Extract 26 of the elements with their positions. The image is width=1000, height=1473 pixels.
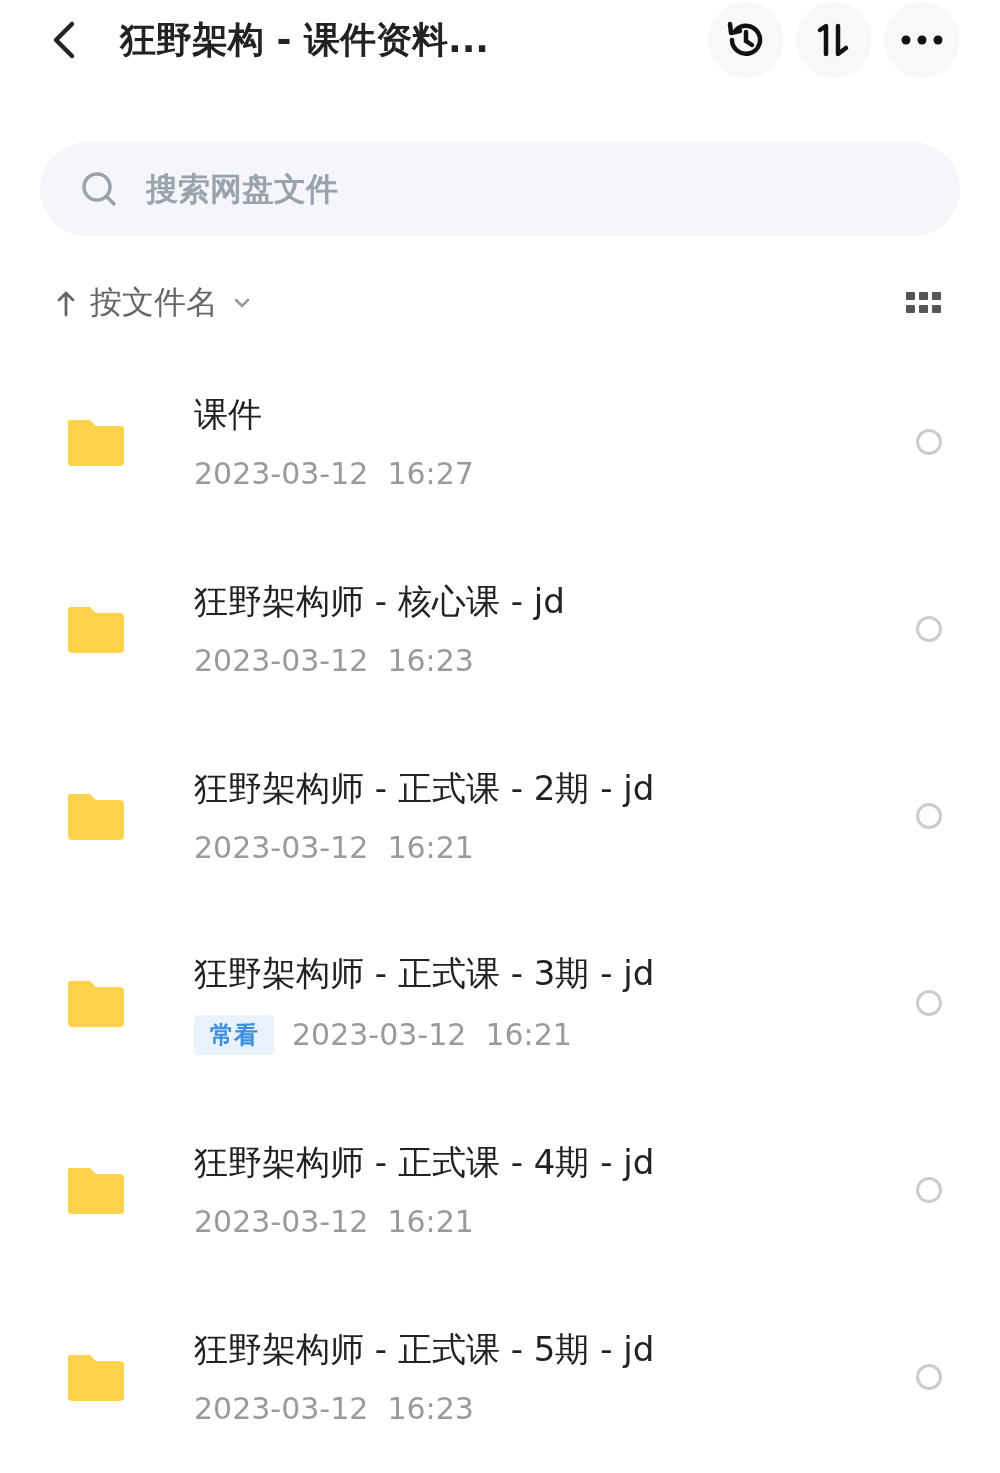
- modified-date: 2023-03-12 16:21: [194, 830, 474, 865]
- frequent-tag: 常看: [194, 1014, 274, 1055]
- file-name[interactable]: 狂野架构师 - 核心课 - jd: [194, 579, 916, 625]
- sort-dropdown[interactable]: 按文件名: [56, 281, 252, 325]
- select-radio[interactable]: [916, 615, 942, 642]
- up-arrow-icon: [56, 289, 76, 317]
- file-name[interactable]: 课件: [194, 392, 916, 438]
- select-radio[interactable]: [916, 428, 942, 455]
- grid-view-icon[interactable]: [906, 292, 942, 314]
- select-radio[interactable]: [916, 1176, 942, 1203]
- modified-date: 2023-03-12 16:27: [194, 456, 474, 491]
- file-name[interactable]: 狂野架构师 - 正式课 - 3期 - jd: [194, 950, 916, 997]
- modified-date: 2023-03-12 16:21: [194, 1204, 474, 1239]
- file-name[interactable]: 狂野架构师 - 正式课 - 5期 - jd: [194, 1327, 916, 1373]
- chevron-down-icon: [232, 296, 252, 310]
- modified-date: 2023-03-12 16:21: [292, 1017, 572, 1052]
- modified-date: 2023-03-12 16:23: [194, 643, 474, 678]
- file-name[interactable]: 狂野架构师 - 正式课 - 2期 - jd: [194, 766, 916, 812]
- file-name[interactable]: 狂野架构师 - 正式课 - 4期 - jd: [194, 1140, 916, 1186]
- page-title: 狂野架构 - 课件资料...: [120, 17, 491, 62]
- search-field[interactable]: 搜索网盘文件: [40, 142, 960, 236]
- select-radio[interactable]: [916, 1363, 942, 1390]
- select-radio[interactable]: [916, 989, 942, 1016]
- more-icon: [900, 34, 944, 46]
- select-radio[interactable]: [916, 802, 942, 829]
- modified-date: 2023-03-12 16:23: [194, 1391, 474, 1426]
